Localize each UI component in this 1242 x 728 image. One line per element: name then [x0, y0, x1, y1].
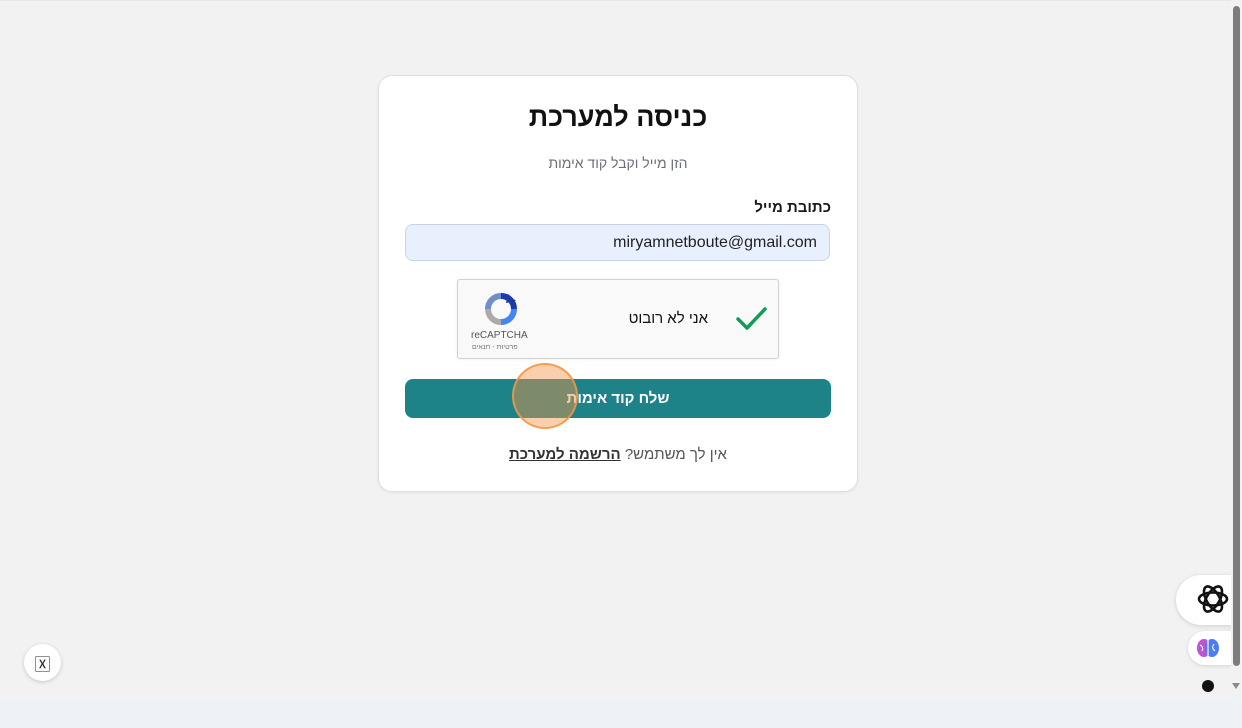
login-card: כניסה למערכת הזן מייל וקבל קוד אימות כתו…: [378, 75, 858, 492]
no-user-text: אין לך משתמש?: [624, 446, 727, 463]
send-code-button[interactable]: שלח קוד אימות: [405, 379, 831, 418]
scrollbar-thumb[interactable]: [1233, 6, 1240, 666]
recaptcha-logo-icon: [485, 293, 517, 325]
accessibility-button[interactable]: 🅇: [24, 644, 61, 681]
register-link[interactable]: הרשמה למערכת: [509, 446, 621, 463]
scroll-down-arrow-icon[interactable]: [1232, 683, 1240, 689]
email-field[interactable]: miryamnetboute@gmail.com: [405, 224, 830, 261]
email-label: כתובת מייל: [754, 199, 831, 216]
status-dot: [1202, 680, 1214, 692]
page-title: כניסה למערכת: [528, 102, 708, 132]
checkmark-icon[interactable]: [732, 300, 770, 338]
vertical-scrollbar[interactable]: [1231, 0, 1242, 698]
captcha-links[interactable]: פרטיות - תנאים: [472, 344, 518, 351]
accessibility-icon: 🅇: [34, 656, 51, 674]
captcha-label[interactable]: אני לא רובוט: [629, 310, 708, 327]
email-value: miryamnetboute@gmail.com: [613, 233, 817, 251]
page-viewport: כניסה למערכת הזן מייל וקבל קוד אימות כתו…: [0, 0, 1242, 699]
page-subtitle: הזן מייל וקבל קוד אימות: [548, 155, 688, 171]
register-row: אין לך משתמש? הרשמה למערכת: [379, 446, 857, 463]
click-indicator: [512, 363, 578, 429]
captcha-brand: reCAPTCHA: [471, 330, 528, 341]
openai-icon: [1197, 585, 1229, 613]
recaptcha-widget: אני לא רובוט reCAPTCHA פרטיות - תנאים: [457, 279, 779, 359]
brain-icon: [1197, 639, 1219, 657]
send-code-label: שלח קוד אימות: [566, 390, 670, 407]
